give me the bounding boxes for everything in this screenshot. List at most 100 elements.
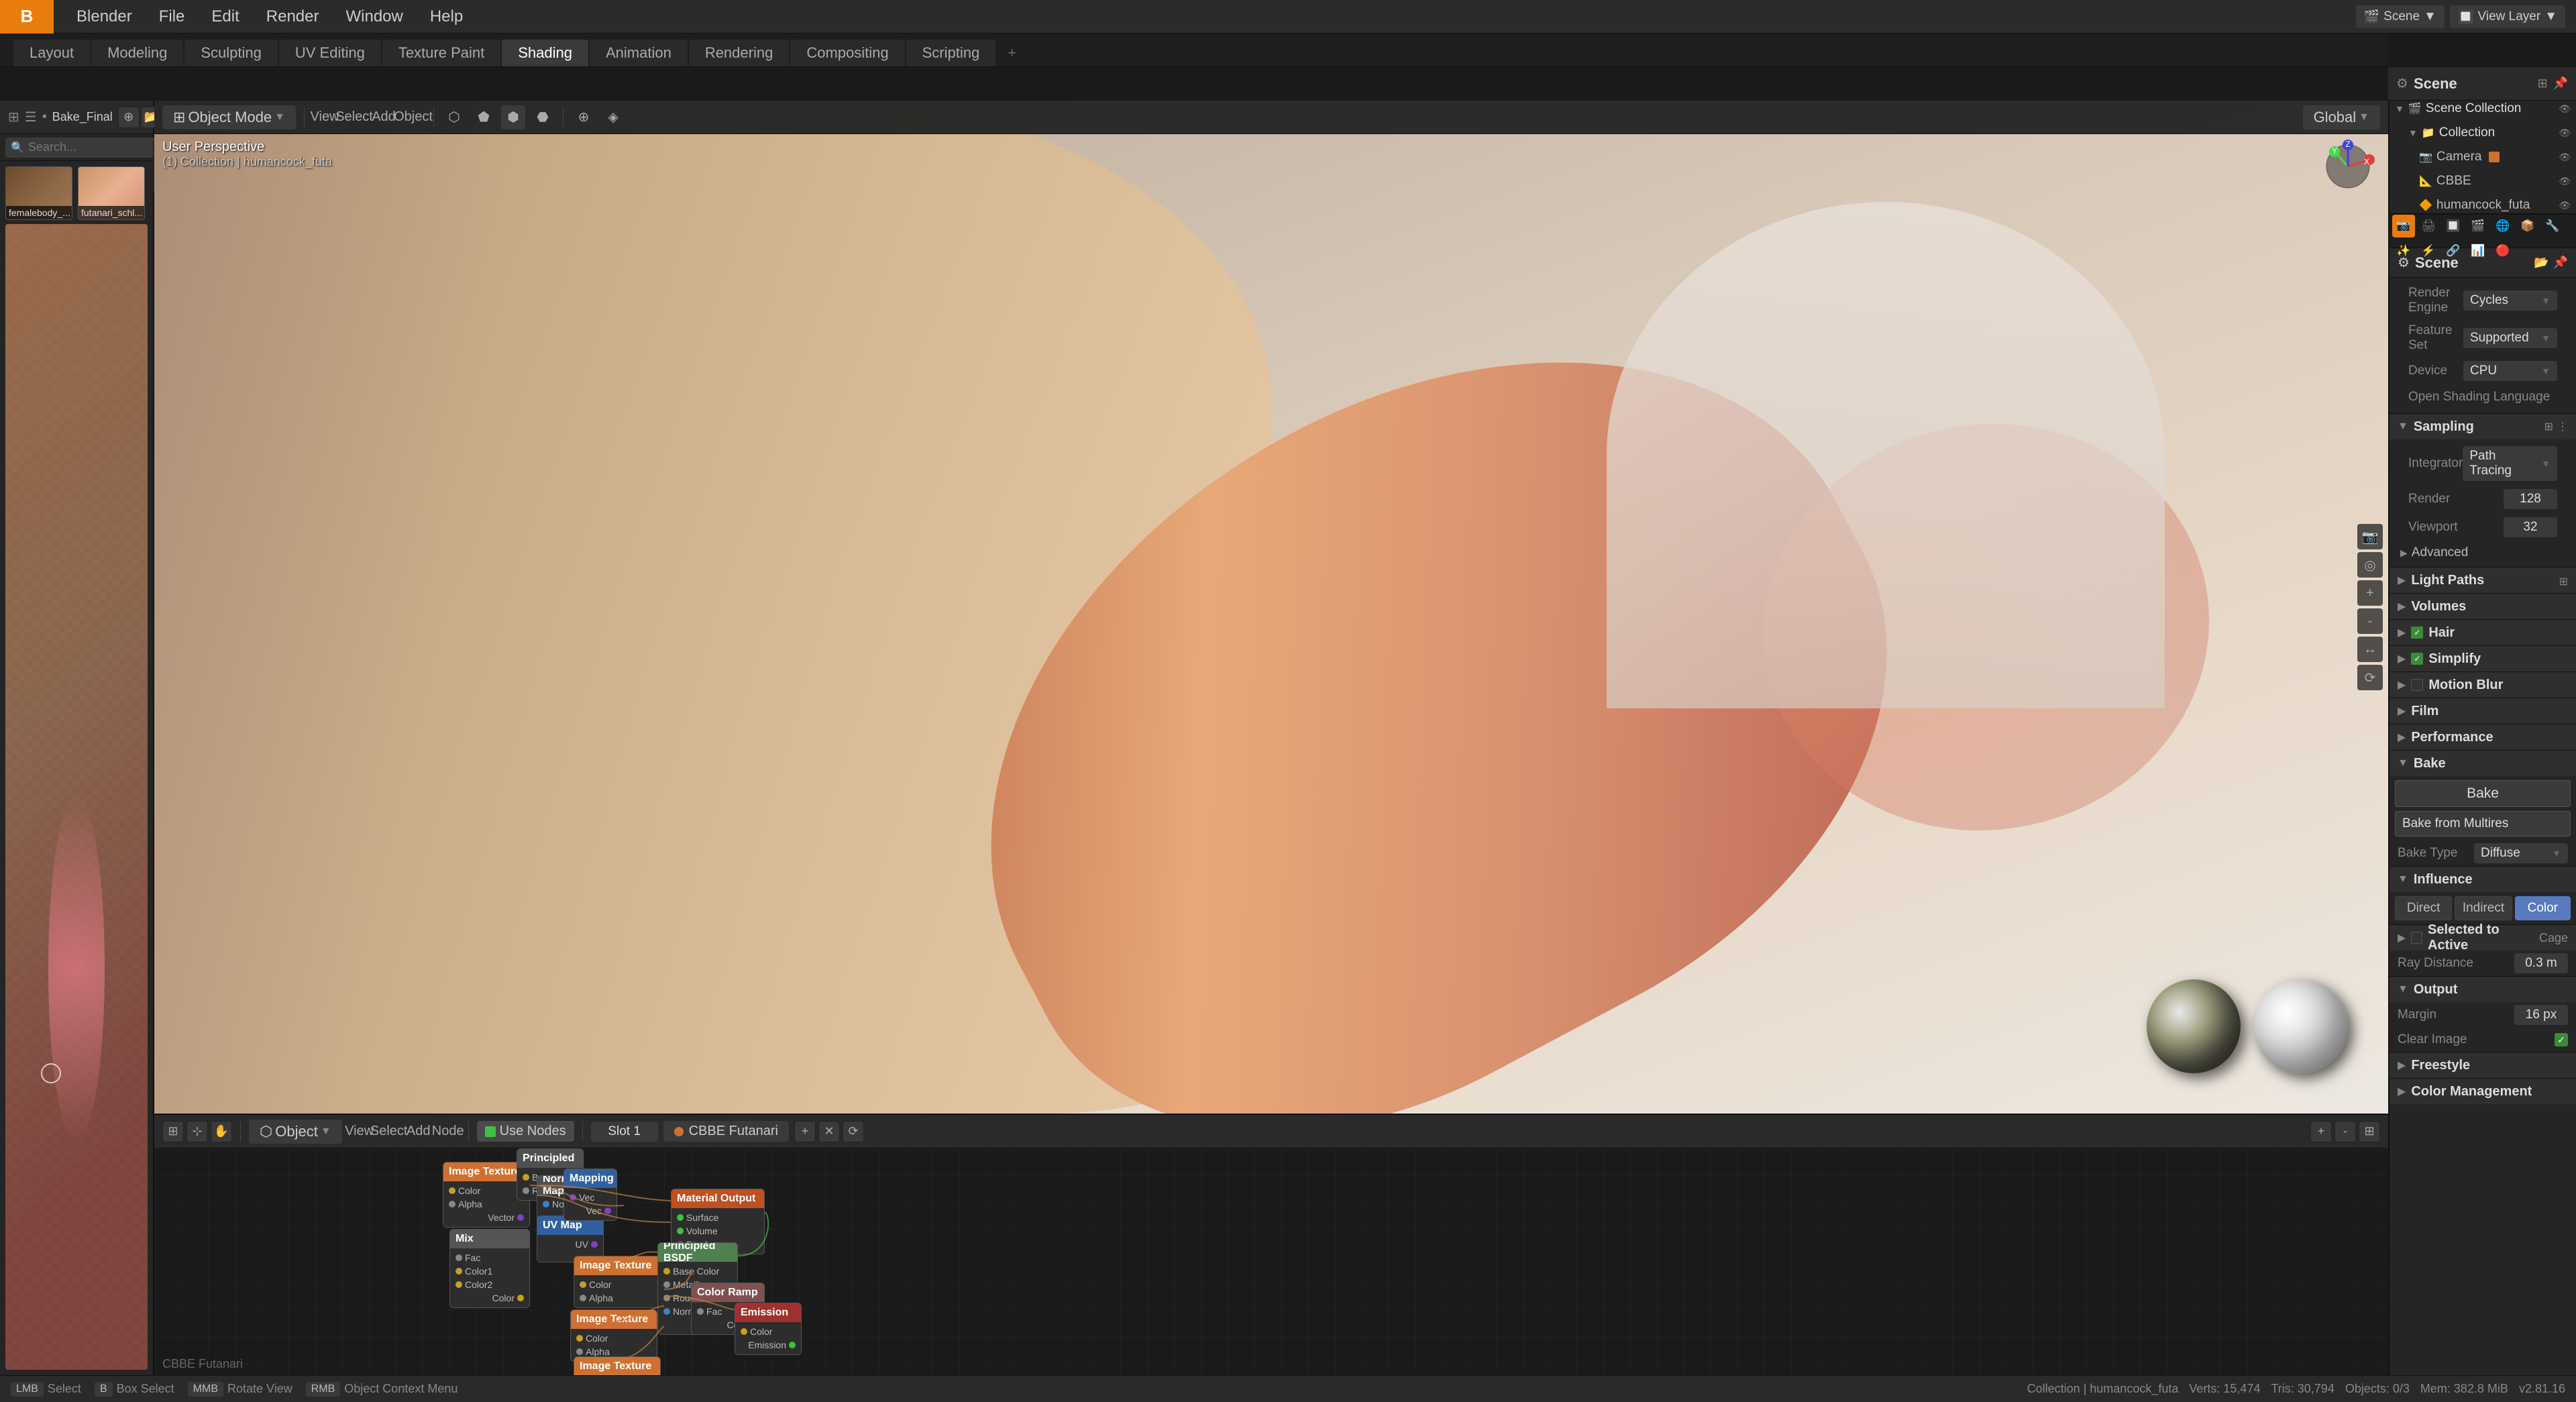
indirect-btn[interactable]: Indirect	[2455, 896, 2512, 920]
tab-sculpting[interactable]: Sculpting	[184, 40, 278, 66]
tab-animation[interactable]: Animation	[590, 40, 688, 66]
node-add-btn[interactable]: Add	[407, 1120, 431, 1144]
props-expand-icon[interactable]: ⊞	[2537, 76, 2547, 91]
mb-checkbox[interactable]	[2411, 679, 2423, 691]
modifier-btn[interactable]: 🔧	[2541, 215, 2564, 237]
slot-selector[interactable]: Slot 1	[591, 1122, 658, 1142]
render-engine-select[interactable]: Cycles ▼	[2463, 290, 2557, 311]
collection-item-1[interactable]: ▼ 📁 Collection 👁	[2390, 121, 2576, 145]
zoom-in-icon[interactable]: +	[2357, 580, 2383, 606]
object-btn[interactable]: Object	[401, 105, 425, 129]
object-props-btn[interactable]: 📦	[2516, 215, 2539, 237]
material-btn[interactable]: 🔴	[2491, 239, 2514, 262]
node-8[interactable]: Image Texture Color Alpha	[574, 1256, 661, 1308]
node-zoom-out[interactable]: -	[2334, 1121, 2356, 1142]
view-layer-dropdown[interactable]: 🔲 View Layer ▼	[2450, 5, 2565, 28]
overlay-btn[interactable]: ⊕	[572, 105, 596, 129]
menu-edit[interactable]: Edit	[199, 3, 251, 30]
collection-human[interactable]: 🔶 humancock_futa 👁	[2390, 193, 2576, 215]
add-workspace-btn[interactable]: +	[997, 40, 1027, 66]
object-mode-btn[interactable]: ⊞ Object Mode ▼	[162, 105, 296, 129]
material-selector[interactable]: CBBE Futanari	[663, 1121, 789, 1142]
simplify-header[interactable]: ▶ ✓ Simplify	[2390, 646, 2576, 671]
clear-image-checkbox[interactable]: ✓	[2555, 1033, 2568, 1046]
orient-gizmo[interactable]: X Y Z	[2321, 140, 2375, 193]
tab-scripting[interactable]: Scripting	[906, 40, 996, 66]
del-material-btn[interactable]: ✕	[818, 1121, 840, 1142]
cbbe-eye[interactable]: 👁	[2559, 176, 2571, 187]
bake-btn[interactable]: Bake	[2395, 780, 2571, 807]
transform-global-btn[interactable]: Global ▼	[2303, 105, 2380, 129]
wireframe-btn[interactable]: ⬡	[442, 105, 466, 129]
collection-cbbe[interactable]: 📐 CBBE 👁	[2390, 169, 2576, 193]
menu-render[interactable]: Render	[254, 3, 331, 30]
viewport-3d[interactable]: ⊞ Object Mode ▼ View Select Add Object ⬡…	[154, 101, 2388, 1114]
node-node-btn[interactable]: Node	[436, 1120, 460, 1144]
color-btn[interactable]: Color	[2515, 896, 2571, 920]
node-view-btn[interactable]: View	[347, 1120, 372, 1144]
simplify-checkbox[interactable]: ✓	[2411, 653, 2423, 665]
margin-input[interactable]: 16 px	[2514, 1005, 2568, 1025]
world-btn[interactable]: 🌐	[2491, 215, 2514, 237]
menu-file[interactable]: File	[147, 3, 197, 30]
xray-btn[interactable]: ◈	[601, 105, 625, 129]
node-cursor-tool[interactable]: ✋	[211, 1121, 232, 1142]
film-header[interactable]: ▶ Film	[2390, 698, 2576, 724]
node-type-btn[interactable]: ⬡ Object ▼	[249, 1120, 342, 1144]
node-10[interactable]: Image Texture Color Alpha	[570, 1309, 657, 1362]
zoom-out-icon[interactable]: -	[2357, 608, 2383, 634]
bake-type-select[interactable]: Diffuse ▼	[2474, 843, 2568, 863]
sampling-header[interactable]: ▼ Sampling ⊞ ⋮	[2390, 414, 2576, 439]
view-layer-btn[interactable]: 🔲	[2442, 215, 2465, 237]
select-btn[interactable]: Select	[342, 105, 366, 129]
render-props-btn[interactable]: 📷	[2392, 215, 2415, 237]
asset-item[interactable]: femalebody_...	[5, 166, 72, 220]
freestyle-header[interactable]: ▶ Freestyle	[2390, 1053, 2576, 1078]
direct-btn[interactable]: Direct	[2395, 896, 2452, 920]
sta-checkbox[interactable]	[2411, 932, 2422, 944]
collection-camera[interactable]: 📷 Camera 👁	[2390, 145, 2576, 169]
pan-icon[interactable]: ↔	[2357, 637, 2383, 662]
light-paths-header[interactable]: ▶ Light Paths ⊞	[2390, 568, 2576, 593]
scene-dropdown[interactable]: 🎬 Scene ▼	[2356, 5, 2445, 28]
tab-texture-paint[interactable]: Texture Paint	[382, 40, 500, 66]
tab-shading[interactable]: Shading	[502, 40, 588, 66]
tab-layout[interactable]: Layout	[13, 40, 90, 66]
bake-action-btn[interactable]: Bake	[2395, 780, 2571, 807]
new-image-btn[interactable]: ⊕	[118, 107, 140, 128]
orbit-icon[interactable]: ⟳	[2357, 665, 2383, 690]
asset-item-2[interactable]: futanari_schl...	[78, 166, 145, 220]
props-browse-btn[interactable]: 📂	[2534, 256, 2548, 270]
tab-modeling[interactable]: Modeling	[91, 40, 183, 66]
hair-header[interactable]: ▶ ✓ Hair	[2390, 620, 2576, 645]
data-btn[interactable]: 📊	[2467, 239, 2489, 262]
ray-distance-input[interactable]: 0.3 m	[2514, 953, 2568, 973]
node-canvas[interactable]: Image Texture Color Alpha Vector Mix Fac…	[154, 1148, 2388, 1375]
sampling-more-icon[interactable]: ⋮	[2557, 420, 2568, 433]
props-pin-icon[interactable]: 📌	[2553, 76, 2568, 91]
output-props-btn[interactable]: 🖨	[2417, 215, 2440, 237]
coll-1-eye[interactable]: 👁	[2559, 127, 2571, 139]
viewport-samples-input[interactable]: 32	[2504, 517, 2557, 537]
node-mode-btn[interactable]: ⊞	[162, 1121, 184, 1142]
camera-eye[interactable]: 👁	[2559, 152, 2571, 163]
props-pin-btn[interactable]: 📌	[2553, 256, 2568, 270]
node-13[interactable]: Image Texture Color Alpha	[574, 1356, 661, 1375]
add-btn[interactable]: Add	[372, 105, 396, 129]
bake-header[interactable]: ▼ Bake	[2390, 751, 2576, 776]
rendered-btn[interactable]: ⬣	[531, 105, 555, 129]
output-header[interactable]: ▼ Output	[2390, 977, 2576, 1002]
cm-header[interactable]: ▶ Color Management	[2390, 1079, 2576, 1104]
material-preview-btn[interactable]: ⬢	[501, 105, 525, 129]
render-samples-input[interactable]: 128	[2504, 489, 2557, 509]
performance-header[interactable]: ▶ Performance	[2390, 724, 2576, 750]
human-eye[interactable]: 👁	[2559, 200, 2571, 211]
node-2[interactable]: Mix Fac Color1 Color2 Color	[449, 1229, 530, 1308]
menu-blender[interactable]: Blender	[64, 3, 144, 30]
volumes-header[interactable]: ▶ Volumes	[2390, 594, 2576, 619]
node-menu-extra[interactable]: ⊞	[2359, 1121, 2380, 1142]
tab-uv-editing[interactable]: UV Editing	[279, 40, 381, 66]
tab-compositing[interactable]: Compositing	[790, 40, 904, 66]
menu-window[interactable]: Window	[333, 3, 415, 30]
scene-btn[interactable]: 🎬	[2467, 215, 2489, 237]
